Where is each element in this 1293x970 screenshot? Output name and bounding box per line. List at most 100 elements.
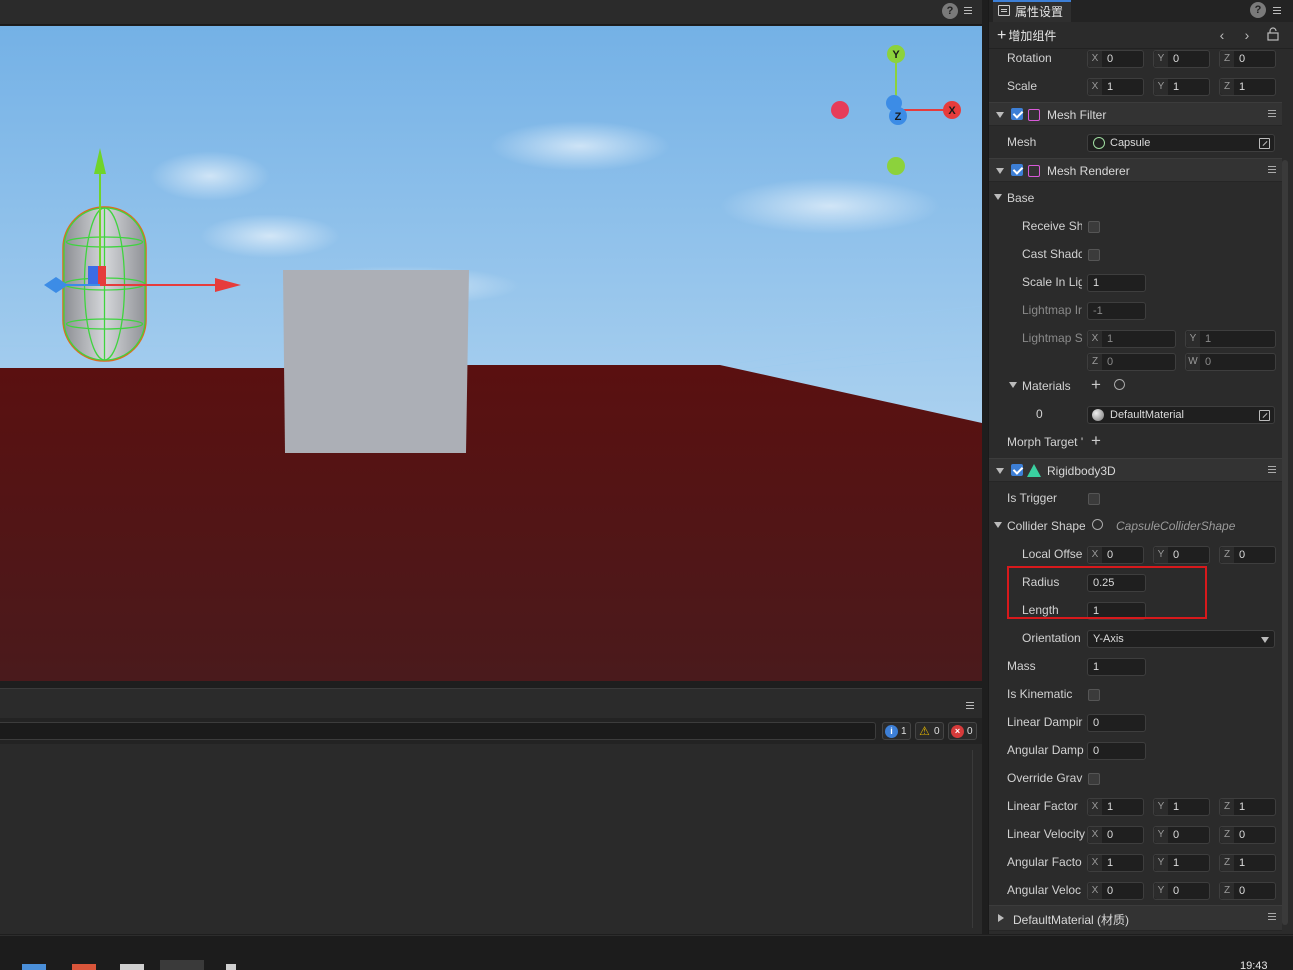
scale-x-value: 1 bbox=[1107, 81, 1114, 93]
rigidbody-enabled-checkbox[interactable] bbox=[1011, 464, 1023, 476]
linear-velocity-z-field[interactable]: Z0 bbox=[1219, 826, 1276, 844]
add-component-button[interactable]: + 增加组件 bbox=[997, 27, 1056, 44]
error-log-toggle[interactable]: × 0 bbox=[948, 722, 977, 740]
tab-inspector[interactable]: 属性设置 bbox=[993, 0, 1072, 22]
mesh-renderer-header[interactable]: Mesh Renderer bbox=[989, 158, 1282, 182]
collapse-icon[interactable] bbox=[994, 522, 1002, 528]
rotation-y-field[interactable]: Y0 bbox=[1153, 50, 1210, 68]
angular-factor-z-field[interactable]: Z1 bbox=[1219, 854, 1276, 872]
taskbar-app-icon[interactable] bbox=[22, 964, 46, 970]
local-offset-x-field[interactable]: X0 bbox=[1087, 546, 1144, 564]
rotation-z-field[interactable]: Z0 bbox=[1219, 50, 1276, 68]
is-trigger-label: Is Trigger bbox=[1007, 491, 1058, 505]
back-arrow-icon[interactable]: ‹ bbox=[1215, 27, 1229, 43]
material-select-field[interactable]: DefaultMaterial bbox=[1087, 406, 1275, 424]
collapse-icon[interactable] bbox=[996, 168, 1004, 174]
linear-velocity-row: Linear Velocity X0 Y0 Z0 bbox=[989, 820, 1282, 848]
negative-y-handle[interactable] bbox=[887, 157, 905, 175]
scene-viewport[interactable]: Y X Z bbox=[0, 26, 982, 681]
angular-damping-field[interactable]: 0 bbox=[1087, 742, 1146, 760]
collapse-icon[interactable] bbox=[1009, 382, 1017, 388]
mass-field[interactable]: 1 bbox=[1087, 658, 1146, 676]
rigidbody3d-header[interactable]: Rigidbody3D bbox=[989, 458, 1282, 482]
asset-picker-icon[interactable] bbox=[1259, 410, 1270, 421]
component-menu-icon[interactable] bbox=[1268, 466, 1276, 474]
ground-plane[interactable] bbox=[0, 365, 982, 681]
collider-settings-icon[interactable] bbox=[1092, 519, 1103, 530]
orientation-select[interactable]: Y-Axis bbox=[1087, 630, 1275, 648]
base-group-row[interactable]: Base bbox=[989, 184, 1282, 212]
taskbar-app-icon[interactable] bbox=[120, 964, 144, 970]
linear-velocity-x-field[interactable]: X0 bbox=[1087, 826, 1144, 844]
receive-shadow-checkbox[interactable] bbox=[1088, 221, 1100, 233]
angular-factor-x-field[interactable]: X1 bbox=[1087, 854, 1144, 872]
default-material-section-header[interactable]: DefaultMaterial (材质) bbox=[989, 905, 1282, 931]
info-log-toggle[interactable]: i 1 bbox=[882, 722, 911, 740]
local-offset-z-field[interactable]: Z0 bbox=[1219, 546, 1276, 564]
cube-object[interactable] bbox=[283, 270, 469, 453]
rotation-z-value: 0 bbox=[1239, 53, 1246, 65]
linear-velocity-y-field[interactable]: Y0 bbox=[1153, 826, 1210, 844]
collapse-icon[interactable] bbox=[996, 112, 1004, 118]
taskbar-app-icon[interactable] bbox=[72, 964, 96, 970]
warning-log-toggle[interactable]: ⚠ 0 bbox=[915, 722, 944, 740]
console-menu-icon[interactable] bbox=[964, 699, 974, 709]
asset-picker-icon[interactable] bbox=[1259, 138, 1270, 149]
angular-velocity-y-field[interactable]: Y0 bbox=[1153, 882, 1210, 900]
add-material-plus-icon[interactable]: + bbox=[1091, 375, 1101, 395]
morph-target-row: Morph Target ' + bbox=[989, 428, 1282, 456]
radius-field[interactable]: 0.25 bbox=[1087, 574, 1146, 592]
console-log-area[interactable] bbox=[0, 744, 982, 934]
collider-shape-value[interactable]: CapsuleColliderShape bbox=[1116, 519, 1235, 533]
scene-canvas[interactable]: Y X Z bbox=[0, 26, 982, 681]
angular-velocity-x-field[interactable]: X0 bbox=[1087, 882, 1144, 900]
collapse-icon[interactable] bbox=[996, 468, 1004, 474]
menu-icon[interactable] bbox=[962, 4, 972, 14]
mesh-select-field[interactable]: Capsule bbox=[1087, 134, 1275, 152]
scale-y-field[interactable]: Y1 bbox=[1153, 78, 1210, 96]
rotation-x-field[interactable]: X0 bbox=[1087, 50, 1144, 68]
negative-x-handle[interactable] bbox=[831, 101, 849, 119]
help-icon[interactable]: ? bbox=[1250, 2, 1266, 18]
local-offset-y-field[interactable]: Y0 bbox=[1153, 546, 1210, 564]
scale-z-field[interactable]: Z1 bbox=[1219, 78, 1276, 96]
scale-x-field[interactable]: X1 bbox=[1087, 78, 1144, 96]
angular-factor-y-field[interactable]: Y1 bbox=[1153, 854, 1210, 872]
lock-icon[interactable] bbox=[1266, 27, 1280, 43]
override-gravity-row: Override Grav bbox=[989, 764, 1282, 792]
material-settings-icon[interactable] bbox=[1114, 379, 1125, 390]
mesh-renderer-enabled-checkbox[interactable] bbox=[1011, 164, 1023, 176]
scale-in-lightmap-field[interactable]: 1 bbox=[1087, 274, 1146, 292]
cast-shadow-checkbox[interactable] bbox=[1088, 249, 1100, 261]
cloud bbox=[720, 178, 940, 234]
is-trigger-checkbox[interactable] bbox=[1088, 493, 1100, 505]
linear-damping-label: Linear Dampir bbox=[1007, 715, 1083, 729]
angular-velocity-z-field[interactable]: Z0 bbox=[1219, 882, 1276, 900]
collapse-icon[interactable] bbox=[994, 194, 1002, 200]
forward-arrow-icon[interactable]: › bbox=[1240, 27, 1254, 43]
angular-damping-row: Angular Damp 0 bbox=[989, 736, 1282, 764]
mesh-filter-header[interactable]: Mesh Filter bbox=[989, 102, 1282, 126]
cloud bbox=[150, 151, 270, 201]
linear-factor-y-field[interactable]: Y1 bbox=[1153, 798, 1210, 816]
is-kinematic-checkbox[interactable] bbox=[1088, 689, 1100, 701]
inspector-scrollbar[interactable] bbox=[1282, 160, 1288, 925]
taskbar-app-icon[interactable] bbox=[226, 964, 236, 970]
add-morph-target-plus-icon[interactable]: + bbox=[1091, 431, 1101, 451]
linear-damping-field[interactable]: 0 bbox=[1087, 714, 1146, 732]
taskbar-app-active[interactable] bbox=[160, 960, 204, 970]
dropdown-arrow-icon bbox=[1261, 637, 1269, 643]
linear-factor-z-field[interactable]: Z1 bbox=[1219, 798, 1276, 816]
menu-icon[interactable] bbox=[1271, 4, 1281, 14]
mesh-filter-enabled-checkbox[interactable] bbox=[1011, 108, 1023, 120]
linear-factor-x-field[interactable]: X1 bbox=[1087, 798, 1144, 816]
override-gravity-checkbox[interactable] bbox=[1088, 773, 1100, 785]
component-menu-icon[interactable] bbox=[1268, 166, 1276, 174]
length-field[interactable]: 1 bbox=[1087, 602, 1146, 620]
console-filter-input[interactable] bbox=[0, 722, 876, 740]
help-icon[interactable]: ? bbox=[942, 3, 958, 19]
expand-icon[interactable] bbox=[998, 914, 1004, 922]
component-menu-icon[interactable] bbox=[1268, 913, 1276, 921]
component-menu-icon[interactable] bbox=[1268, 110, 1276, 118]
console-scrollbar[interactable] bbox=[972, 750, 980, 928]
